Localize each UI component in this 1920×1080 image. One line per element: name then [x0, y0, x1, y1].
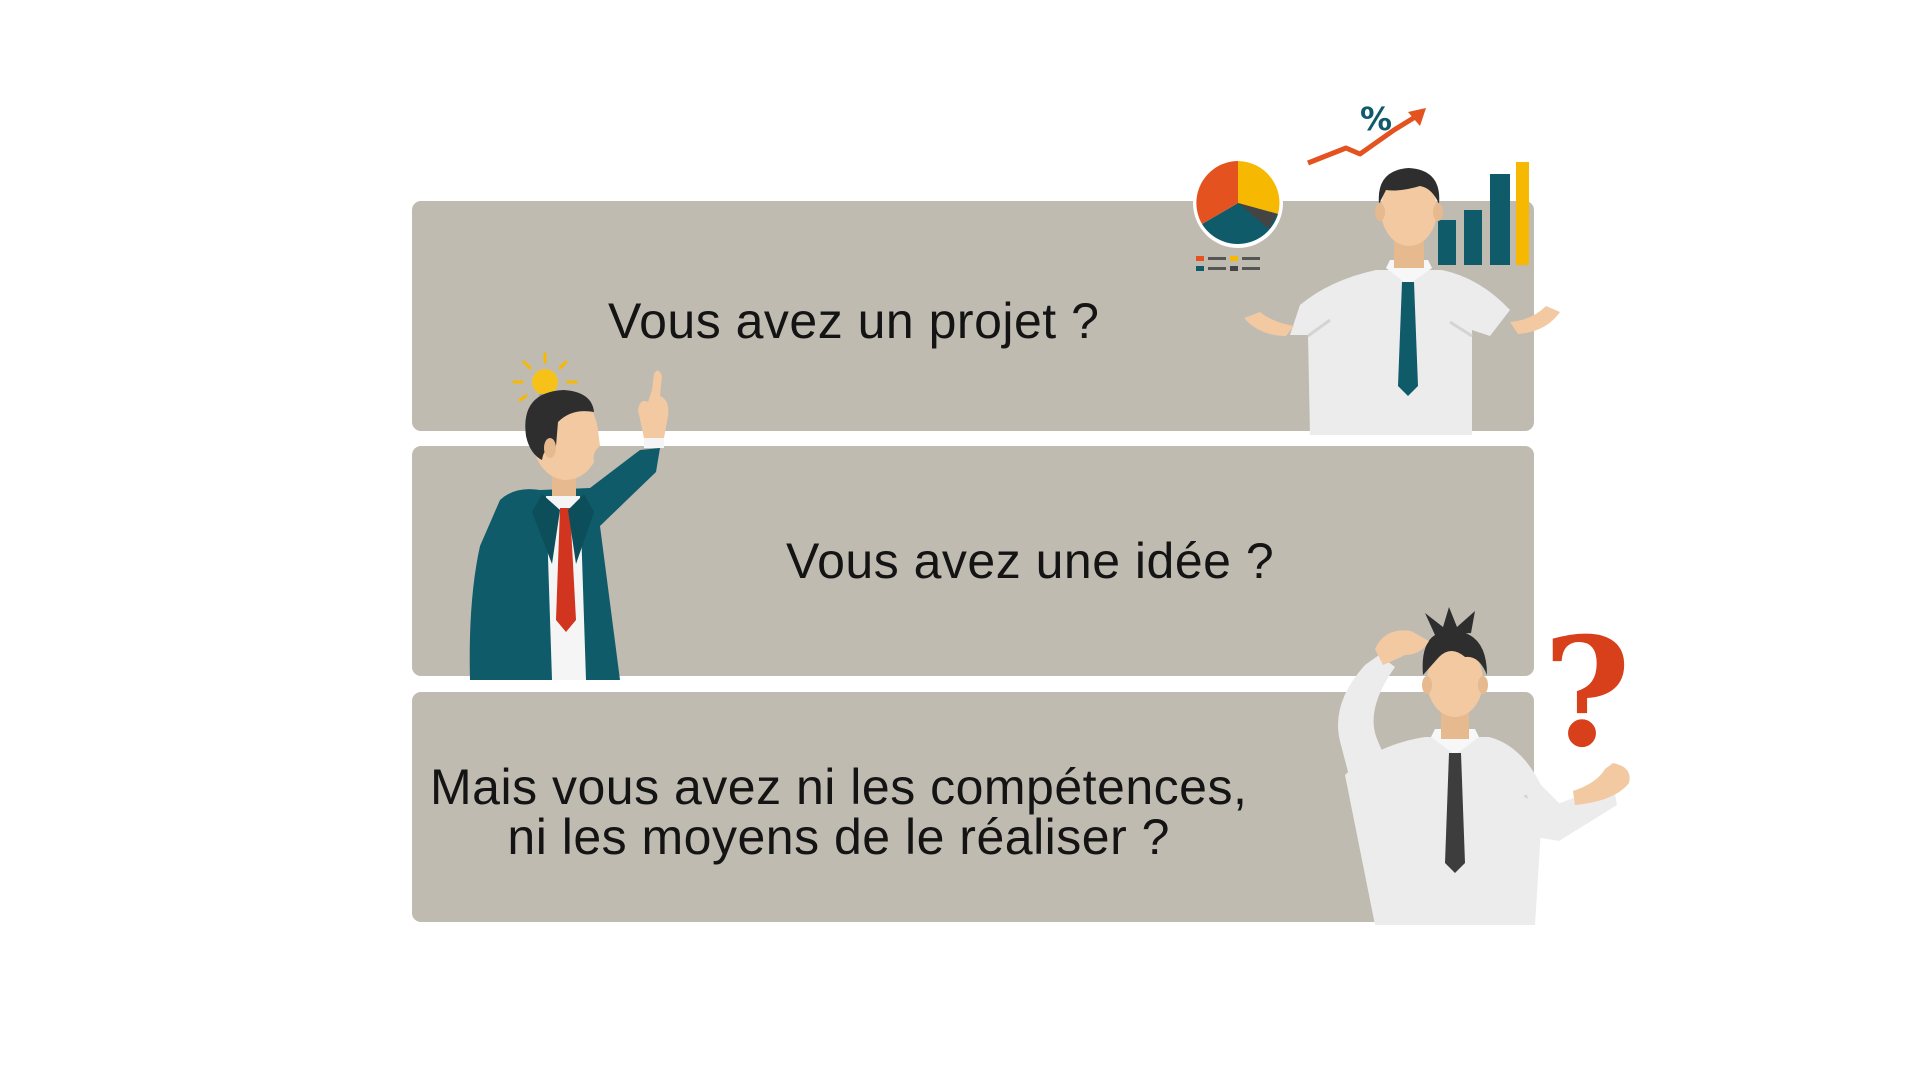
businessman-confused-illustration: ? — [1338, 605, 1631, 925]
businessman-idea-illustration — [469, 352, 669, 680]
skills-question: Mais vous avez ni les compétences, ni le… — [430, 762, 1247, 862]
businessman-pointing-up — [469, 370, 669, 680]
skills-question-line-1: Mais vous avez ni les compétences, — [430, 759, 1248, 815]
bar-chart-icon — [1438, 162, 1529, 265]
percent-icon: % — [1360, 100, 1392, 138]
businessman-charts-illustration: % — [1193, 100, 1560, 435]
project-question: Vous avez un projet ? — [608, 293, 1100, 349]
idea-question: Vous avez une idée ? — [786, 533, 1275, 589]
question-mark-icon: ? — [1543, 605, 1631, 781]
skills-question-line-2: ni les moyens de le réaliser ? — [507, 809, 1170, 865]
pie-chart-icon — [1193, 158, 1283, 271]
businessman-shrugging — [1244, 168, 1560, 435]
